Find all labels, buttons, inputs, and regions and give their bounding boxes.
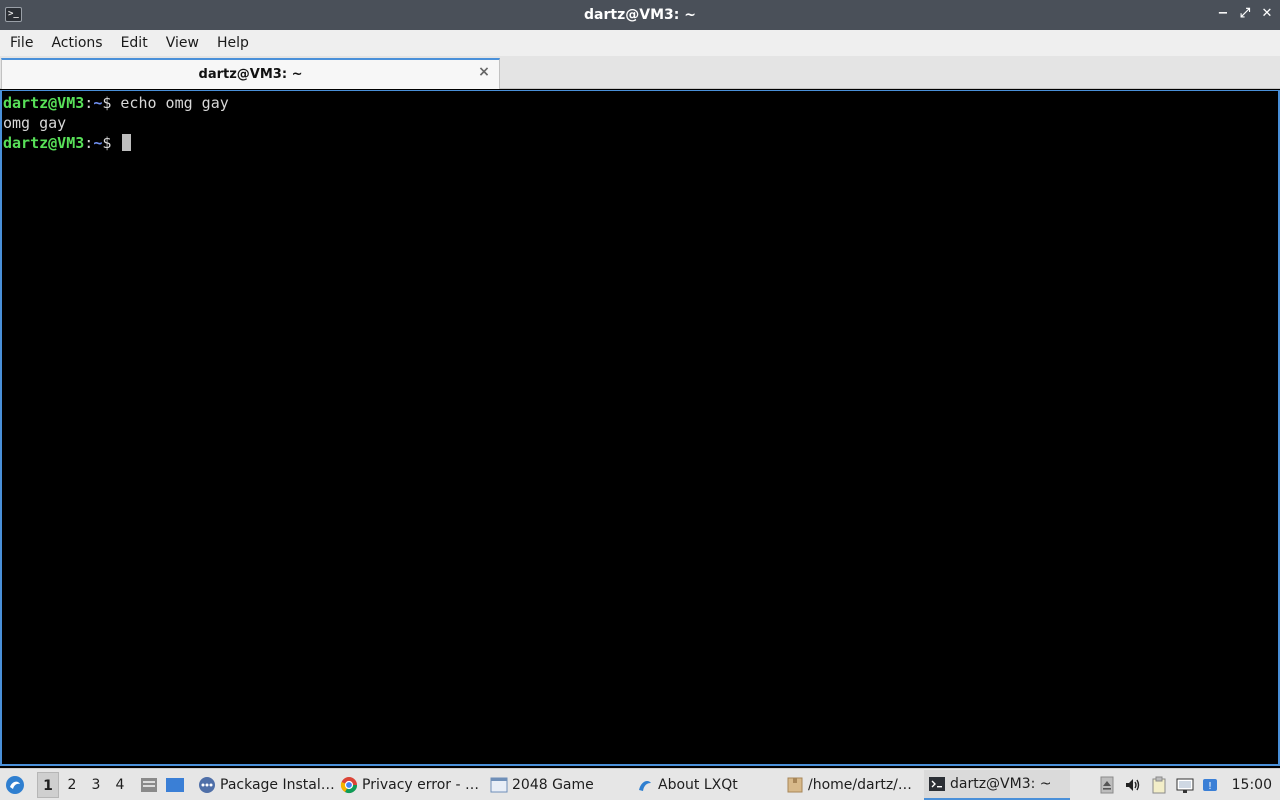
desktop-4-button[interactable]: 4 [109,772,131,798]
terminal-line: omg gay [3,113,1278,133]
lxqt-menu-icon[interactable] [4,774,26,796]
tab-bar: dartz@VM3: ~ × [0,56,1280,89]
prompt-path: ~ [93,134,103,152]
window-title: dartz@VM3: ~ [584,7,696,23]
tab-label: dartz@VM3: ~ [198,67,303,82]
window-icon [490,777,508,792]
network-icon[interactable] [1176,776,1194,794]
task-label: Package Instal… [220,776,335,793]
terminal-app-icon[interactable]: >_ [5,7,22,22]
command-output: omg gay [3,114,67,132]
prompt-user: dartz@VM3 [3,94,85,112]
menu-file[interactable]: File [2,30,41,56]
menu-view[interactable]: View [158,30,207,56]
task-label: About LXQt [658,776,738,793]
svg-text:!: ! [1208,781,1212,792]
terminal-icon [929,776,945,791]
volume-icon[interactable] [1124,776,1142,794]
text-cursor [122,134,132,151]
task-about-lxqt[interactable]: About LXQt [632,770,782,800]
minimize-button[interactable]: − [1216,6,1230,22]
window-controls: − ⤢ ✕ [1216,6,1274,22]
prompt-user: dartz@VM3 [3,134,85,152]
update-notifier-icon[interactable]: ! [1202,776,1220,794]
terminal-output[interactable]: dartz@VM3:~$ echo omg gay omg gay dartz@… [0,90,1280,766]
desktop-3-button[interactable]: 3 [85,772,107,798]
file-manager-icon[interactable] [138,774,160,796]
task-label: dartz@VM3: ~ [950,775,1052,792]
folder-icon [787,777,803,792]
desktop-2-button[interactable]: 2 [61,772,83,798]
clipboard-icon[interactable] [1150,776,1168,794]
terminal-line: dartz@VM3:~$ [3,133,1278,153]
close-button[interactable]: ✕ [1260,6,1274,22]
window-titlebar[interactable]: >_ dartz@VM3: ~ − ⤢ ✕ [0,0,1280,30]
command-text: echo omg gay [120,94,229,112]
tab-close-icon[interactable]: × [477,65,491,79]
task-file-manager[interactable]: /home/dartz/… [782,770,924,800]
task-terminal[interactable]: dartz@VM3: ~ [924,769,1070,800]
prompt-colon: : [84,94,94,112]
lxqt-icon [639,780,651,791]
menu-edit[interactable]: Edit [113,30,156,56]
system-tray: ! 15:00 [1098,776,1280,794]
maximize-button[interactable]: ⤢ [1238,6,1252,22]
package-installer-icon [199,776,215,793]
task-package-installer[interactable]: Package Instal… [194,770,336,800]
menu-help[interactable]: Help [209,30,257,56]
chrome-icon [340,776,358,793]
task-2048-game[interactable]: 2048 Game [486,770,632,800]
tab-terminal[interactable]: dartz@VM3: ~ × [1,58,500,89]
task-label: Privacy error - … [362,776,479,793]
show-desktop-icon[interactable] [164,774,186,796]
prompt-sign: $ [102,134,121,152]
prompt-sign: $ [102,94,121,112]
prompt-path: ~ [93,94,103,112]
clock[interactable]: 15:00 [1232,777,1272,793]
eject-icon[interactable] [1098,776,1116,794]
task-label: /home/dartz/… [808,776,912,793]
task-chrome[interactable]: Privacy error - … [336,770,486,800]
menu-bar: File Actions Edit View Help [0,30,1280,56]
desktop-1-button[interactable]: 1 [37,771,59,798]
menu-actions[interactable]: Actions [43,30,110,56]
taskbar: 1 2 3 4 Package Instal… Privacy error - … [0,768,1280,800]
task-label: 2048 Game [512,776,594,793]
prompt-colon: : [84,134,94,152]
terminal-line: dartz@VM3:~$ echo omg gay [3,93,1278,113]
